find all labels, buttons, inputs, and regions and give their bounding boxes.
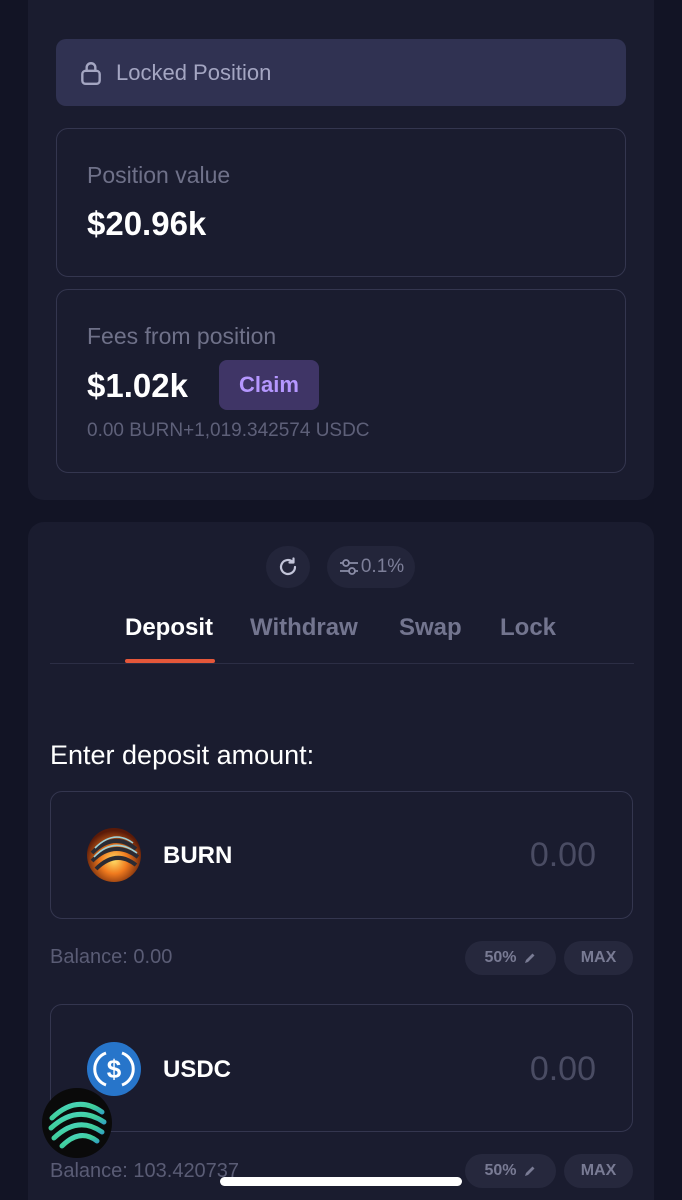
locked-position-label: Locked Position — [116, 59, 272, 85]
pencil-icon — [524, 1166, 535, 1176]
slippage-value: 0.1% — [360, 556, 405, 577]
burn-max-button[interactable]: MAX — [564, 941, 633, 975]
tab-deposit[interactable]: Deposit — [125, 614, 213, 642]
active-tab-indicator — [125, 659, 215, 663]
usdc-amount-field[interactable]: $ USDC 0.00 — [50, 1004, 633, 1132]
usdc-max-button[interactable]: MAX — [564, 1154, 633, 1188]
burn-amount-field[interactable]: BURN 0.00 — [50, 791, 633, 919]
burn-50-percent-button[interactable]: 50% — [465, 941, 556, 975]
burn-amount-value[interactable]: 0.00 — [530, 836, 596, 875]
tab-lock[interactable]: Lock — [500, 614, 556, 642]
refresh-button[interactable] — [266, 546, 310, 588]
usdc-amount-value[interactable]: 0.00 — [530, 1050, 596, 1089]
usdc-token-symbol: USDC — [163, 1056, 232, 1083]
app-logo-icon — [48, 1101, 107, 1149]
floating-app-logo[interactable] — [42, 1088, 112, 1158]
pencil-icon — [524, 953, 535, 963]
fees-value: $1.02k — [87, 367, 188, 404]
lock-icon — [81, 61, 101, 85]
svg-text:$: $ — [107, 1054, 122, 1084]
usdc-balance: Balance: 103.420737 — [50, 1160, 240, 1182]
home-indicator — [220, 1177, 462, 1186]
usdc-token-icon: $ — [87, 1042, 141, 1096]
fees-breakdown: 0.00 BURN+1,019.342574 USDC — [87, 420, 370, 441]
burn-token-symbol: BURN — [163, 842, 233, 869]
refresh-icon — [279, 557, 297, 576]
usdc-50-percent-button[interactable]: 50% — [465, 1154, 556, 1188]
position-value: $20.96k — [87, 205, 207, 242]
burn-balance: Balance: 0.00 — [50, 946, 173, 968]
burn-50-percent-label: 50% — [484, 949, 517, 966]
position-value-box: Position value $20.96k — [56, 128, 626, 277]
tab-withdraw[interactable]: Withdraw — [250, 614, 358, 642]
action-tabs: Deposit Withdraw Swap Lock — [50, 600, 634, 664]
tab-swap[interactable]: Swap — [399, 614, 462, 642]
locked-position-banner: Locked Position — [56, 39, 626, 106]
deposit-prompt: Enter deposit amount: — [50, 740, 315, 770]
position-value-label: Position value — [87, 162, 231, 188]
claim-button[interactable]: Claim — [219, 360, 319, 410]
usdc-50-percent-label: 50% — [484, 1162, 517, 1179]
slippage-button[interactable]: 0.1% — [327, 546, 415, 588]
burn-token-icon — [87, 828, 141, 882]
sliders-icon — [339, 559, 358, 575]
fees-box: Fees from position $1.02k Claim 0.00 BUR… — [56, 289, 626, 473]
fees-label: Fees from position — [87, 323, 277, 349]
